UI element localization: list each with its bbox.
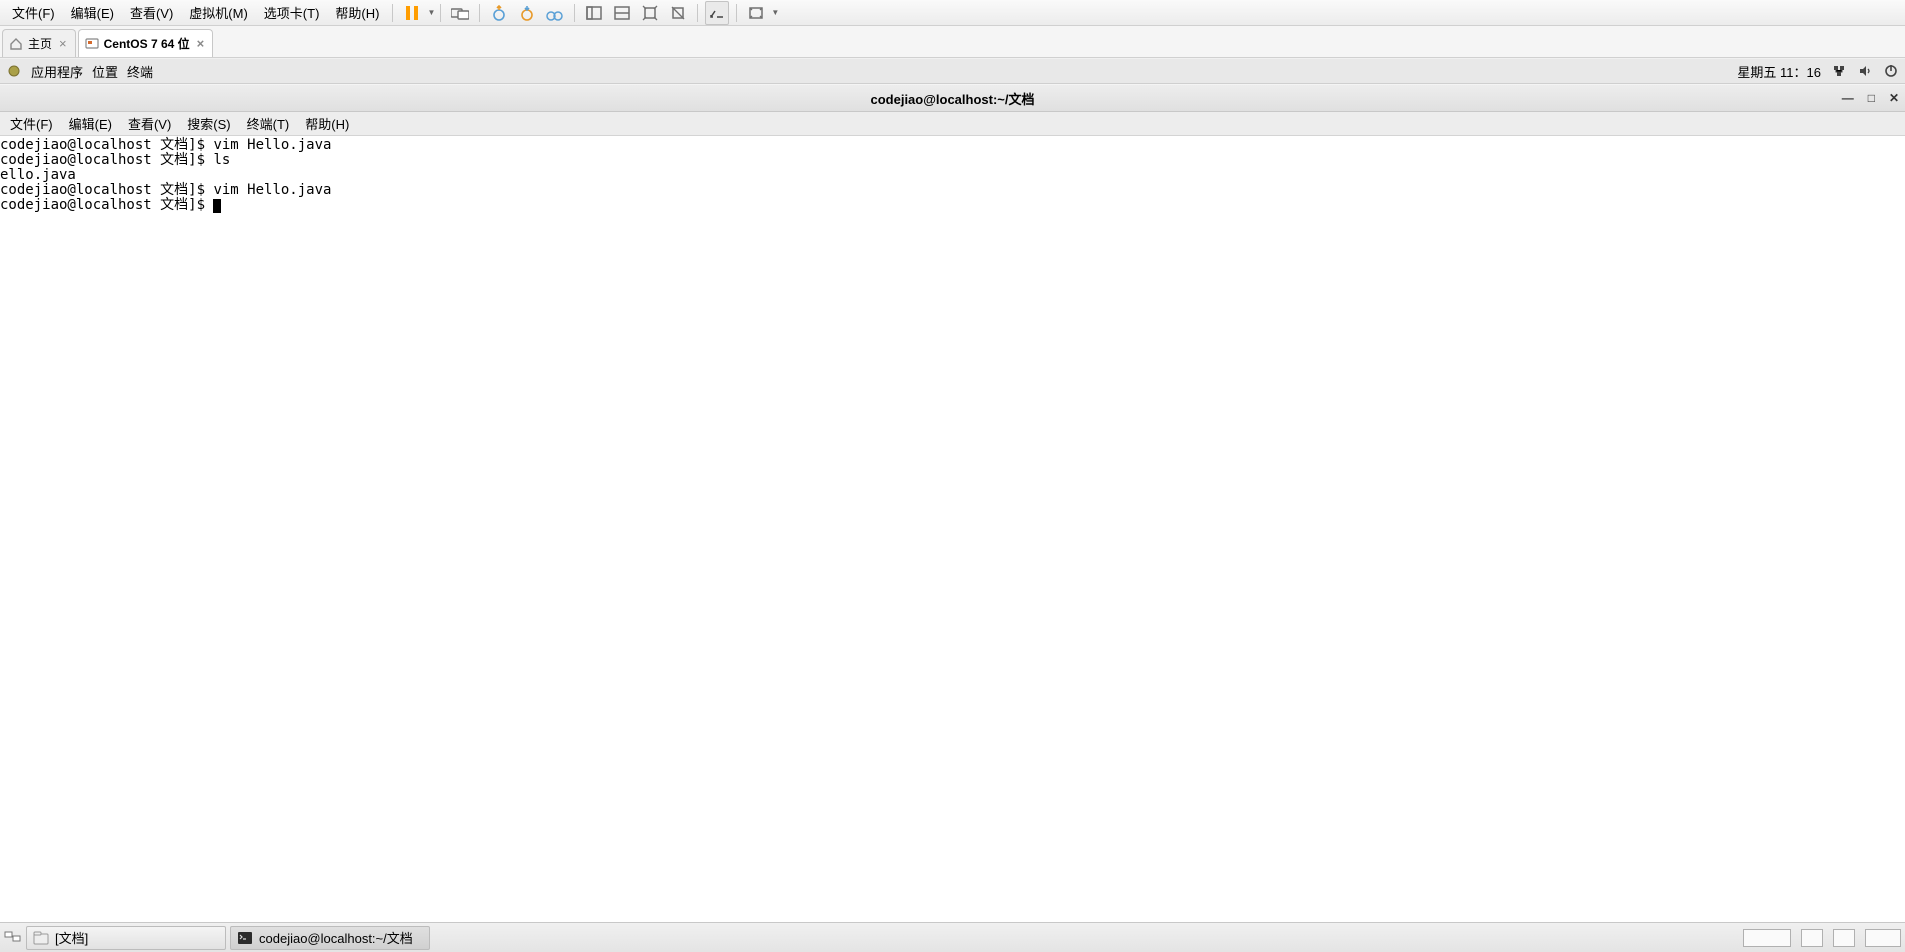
free-stretch-icon[interactable]: [666, 1, 690, 25]
files-icon: [33, 931, 49, 945]
send-ctrl-alt-del-icon[interactable]: [448, 1, 472, 25]
unity-mode-icon[interactable]: [705, 1, 729, 25]
home-icon: [9, 37, 23, 51]
task-terminal-window[interactable]: codejiao@localhost:~/文档: [230, 926, 430, 950]
prompt: codejiao@localhost 文档]$: [0, 137, 213, 153]
prompt: codejiao@localhost 文档]$: [0, 152, 213, 168]
snapshot-icon[interactable]: [487, 1, 511, 25]
close-icon[interactable]: ×: [57, 36, 69, 51]
volume-icon[interactable]: [1857, 63, 1873, 79]
clock-text[interactable]: 星期五 11：16: [1737, 62, 1821, 81]
chevron-down-icon[interactable]: ▼: [427, 8, 435, 17]
close-icon[interactable]: ×: [195, 36, 207, 51]
menu-applications[interactable]: 应用程序: [31, 62, 83, 81]
term-menu-search[interactable]: 搜索(S): [179, 112, 238, 135]
command-text: vim Hello.java: [213, 137, 331, 153]
power-icon[interactable]: [1883, 63, 1899, 79]
vm-icon: [85, 37, 99, 51]
close-button[interactable]: ✕: [1889, 91, 1899, 105]
toolbar-separator: [440, 4, 441, 22]
task-label: codejiao@localhost:~/文档: [259, 928, 413, 947]
guest-topbar: 应用程序 位置 终端 星期五 11：16: [0, 58, 1905, 84]
tray-box[interactable]: [1801, 929, 1823, 947]
toolbar-separator: [574, 4, 575, 22]
menu-terminal[interactable]: 终端: [127, 62, 153, 81]
host-menubar: 文件(F) 编辑(E) 查看(V) 虚拟机(M) 选项卡(T) 帮助(H) ▼: [0, 0, 1905, 26]
maximize-button[interactable]: □: [1868, 91, 1875, 105]
task-label: [文档]: [55, 928, 88, 947]
host-tab-vm[interactable]: CentOS 7 64 位 ×: [78, 29, 214, 57]
minimize-button[interactable]: —: [1842, 91, 1854, 105]
window-title: codejiao@localhost:~/文档: [870, 89, 1034, 108]
command-text: vim Hello.java: [213, 182, 331, 198]
host-menu-file[interactable]: 文件(F): [4, 0, 63, 25]
terminal-output[interactable]: codejiao@localhost 文档]$ vim Hello.java c…: [0, 136, 1905, 766]
pause-button[interactable]: [400, 1, 424, 25]
activities-icon[interactable]: [6, 63, 22, 79]
toolbar-separator: [697, 4, 698, 22]
input-method-box[interactable]: [1743, 929, 1791, 947]
host-menu-view[interactable]: 查看(V): [122, 0, 181, 25]
term-menu-terminal[interactable]: 终端(T): [239, 112, 298, 135]
term-menu-view[interactable]: 查看(V): [120, 112, 179, 135]
network-icon[interactable]: [1831, 63, 1847, 79]
panel-tray: [1743, 929, 1901, 947]
stretch-icon[interactable]: [638, 1, 662, 25]
fullscreen-icon[interactable]: [744, 1, 768, 25]
toolbar-separator: [736, 4, 737, 22]
fit-window-icon[interactable]: [610, 1, 634, 25]
prompt: codejiao@localhost 文档]$: [0, 182, 213, 198]
cursor: [213, 199, 221, 213]
guest-task-panel: [文档] codejiao@localhost:~/文档: [0, 922, 1905, 952]
tab-label: 主页: [28, 35, 52, 52]
fit-guest-icon[interactable]: [582, 1, 606, 25]
tab-label: CentOS 7 64 位: [104, 35, 190, 52]
manage-snapshots-icon[interactable]: [543, 1, 567, 25]
terminal-icon: [237, 931, 253, 945]
host-menu-edit[interactable]: 编辑(E): [63, 0, 122, 25]
terminal-menubar: 文件(F) 编辑(E) 查看(V) 搜索(S) 终端(T) 帮助(H): [0, 112, 1905, 136]
chevron-down-icon[interactable]: ▼: [771, 8, 779, 17]
command-text: ls: [213, 152, 230, 168]
task-files-window[interactable]: [文档]: [26, 926, 226, 950]
term-menu-file[interactable]: 文件(F): [2, 112, 61, 135]
term-menu-help[interactable]: 帮助(H): [297, 112, 357, 135]
host-menu-vm[interactable]: 虚拟机(M): [181, 0, 256, 25]
show-desktop-icon[interactable]: [4, 930, 22, 946]
toolbar-separator: [392, 4, 393, 22]
tray-box[interactable]: [1833, 929, 1855, 947]
output-text: ello.java: [0, 167, 76, 183]
prompt: codejiao@localhost 文档]$: [0, 197, 213, 213]
tray-box[interactable]: [1865, 929, 1901, 947]
toolbar-separator: [479, 4, 480, 22]
term-menu-edit[interactable]: 编辑(E): [61, 112, 120, 135]
guest-window-titlebar[interactable]: codejiao@localhost:~/文档 — □ ✕: [0, 84, 1905, 112]
host-tabbar: 主页 × CentOS 7 64 位 ×: [0, 26, 1905, 58]
host-tab-home[interactable]: 主页 ×: [2, 29, 76, 57]
host-menu-help[interactable]: 帮助(H): [327, 0, 387, 25]
host-menu-tabs[interactable]: 选项卡(T): [256, 0, 328, 25]
revert-snapshot-icon[interactable]: [515, 1, 539, 25]
menu-places[interactable]: 位置: [92, 62, 118, 81]
